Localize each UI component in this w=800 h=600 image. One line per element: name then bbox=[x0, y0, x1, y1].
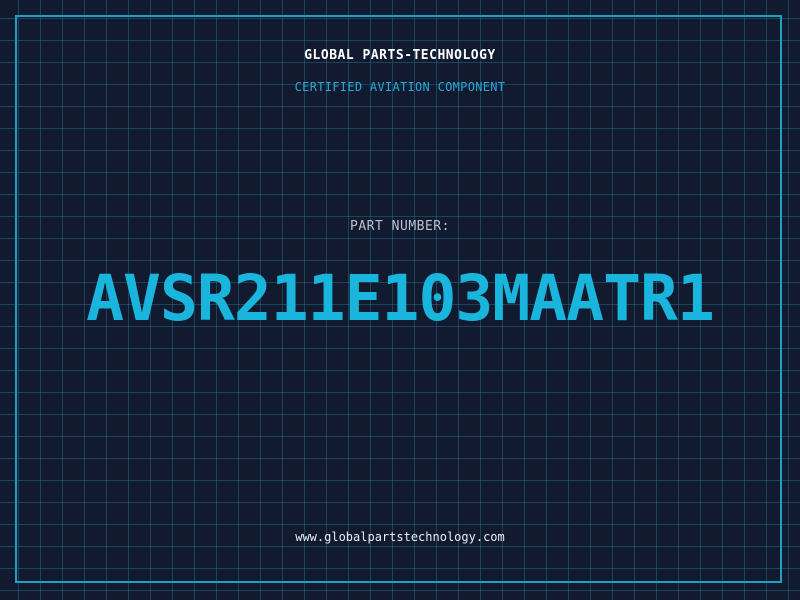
part-number-value: AVSR211E103MAATR1 bbox=[86, 262, 715, 335]
company-name: GLOBAL PARTS-TECHNOLOGY bbox=[304, 48, 496, 63]
certification-subtitle: CERTIFIED AVIATION COMPONENT bbox=[294, 80, 506, 94]
part-number-label: PART NUMBER: bbox=[350, 219, 450, 234]
website-url: www.globalpartstechnology.com bbox=[295, 530, 505, 544]
